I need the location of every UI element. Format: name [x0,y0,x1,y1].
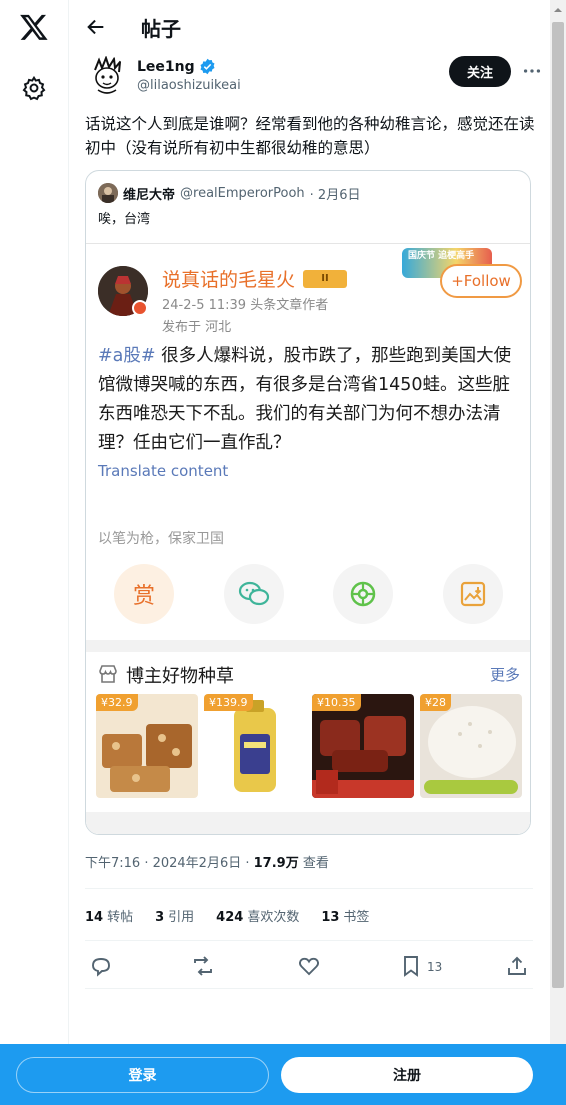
shop-more-link: 更多 [489,666,520,684]
save-image-icon [443,564,503,624]
stat-quotes-count: 3 [155,910,165,925]
quoted-text: 唉，台湾 [98,212,151,227]
product-card: ¥10.35 [312,694,414,798]
moments-icon [333,564,393,624]
product-card: ¥139.9 [204,694,306,798]
author-name[interactable]: Lee1ng [137,59,195,75]
view-label: 查看 [302,856,329,871]
wechat-icon [224,564,284,624]
avatar-cartoon-icon [87,56,127,96]
moments-glyph-icon [350,581,376,607]
like-heart-icon[interactable] [297,954,321,978]
weibo-bottom-bar [86,812,530,834]
product-list: ¥32.9 ¥139.9 ¥10.35 ¥28 [96,694,522,798]
login-prompt-bar: 登录 注册 [0,1044,566,1105]
quoted-post[interactable]: 维尼大帝 @realEmperorPooh · 2月6日 唉，台湾 国庆节 追梗… [85,170,531,835]
weibo-author: 说真话的毛星火 [162,269,296,291]
scrollbar-thumb[interactable] [552,22,564,988]
login-button[interactable]: 登录 [16,1057,269,1093]
weibo-meta-location: 发布于 河北 [162,320,232,335]
author-handle[interactable]: @lilaoshizuikeai [137,78,241,93]
view-count: 17.9万 [253,856,299,871]
product-card: ¥32.9 [96,694,198,798]
weibo-hashtag: #a股# [98,346,156,366]
quoted-name: 维尼大帝 [123,187,176,203]
save-image-glyph-icon [460,581,486,607]
action-bar: 13 [85,952,533,980]
quoted-handle: @realEmperorPooh [180,185,305,201]
weibo-body-text: 很多人爆料说，股市跌了，那些跑到美国大使馆微博哭喊的东西，有很多是台湾省1450… [98,346,512,453]
stat-reposts-count: 14 [85,910,104,925]
shop-icon [99,665,117,683]
weibo-slogan: 以笔为枪，保家卫国 [98,531,224,547]
quoted-date: · 2月6日 [309,187,361,203]
stat-bookmarks-count: 13 [321,910,340,925]
bookmark-icon[interactable] [399,954,423,978]
reward-icon: 赏 [114,564,174,624]
quoted-avatar [98,183,118,203]
scroll-up-arrow-icon[interactable] [553,5,563,15]
settings-gear-icon[interactable] [21,75,47,101]
share-icon[interactable] [505,954,529,978]
stat-reposts-label: 转帖 [107,910,134,925]
weibo-body: #a股# 很多人爆料说，股市跌了，那些跑到美国大使馆微博哭喊的东西，有很多是台湾… [98,342,520,458]
follow-button[interactable]: 关注 [449,56,511,87]
post-author: Lee1ng @lilaoshizuikeai 关注 [85,56,541,104]
shop-title: 博主好物种草 [126,666,234,687]
weibo-divider [86,640,530,652]
main-column: 帖子 Lee1ng @lilaoshizuikeai 关注 话说这个人到底是谁啊… [69,0,550,1105]
back-arrow-icon[interactable] [85,16,107,38]
weibo-meta: 24-2-5 11:39 头条文章作者 发布于 河北 [162,295,328,339]
weibo-translate-link: Translate content [98,462,229,480]
wechat-glyph-icon [238,581,270,606]
reply-icon[interactable] [89,954,113,978]
verified-badge-icon [200,58,215,75]
bookmark-count: 13 [427,960,443,974]
engagement-stats: 14 转帖 3 引用 424 喜欢次数 13 书签 [85,906,369,925]
reward-label: 赏 [132,584,155,609]
signup-button[interactable]: 注册 [281,1057,533,1093]
product-price: ¥139.9 [204,694,253,711]
divider [85,940,533,941]
stat-quotes[interactable]: 3 引用 [155,906,194,925]
stat-likes-count: 424 [216,910,244,925]
weibo-author-row: 说真话的毛星火 II [162,265,348,292]
product-card: ¥28 [420,694,522,798]
quoted-avatar-image-icon [98,183,118,203]
weibo-action-row: 赏 [86,562,530,626]
quoted-screenshot-image[interactable]: 国庆节 追梗高手 说真话的毛星火 II 24-2-5 11:39 头条文章作者 … [86,243,530,834]
promo-banner-text: 国庆节 追梗高手 [408,251,475,261]
post-text: 话说这个人到底是谁啊？经常看到他的各种幼稚言论，感觉还在读初中（没有说所有初中生… [85,115,535,157]
product-price: ¥10.35 [312,694,361,711]
weibo-follow-button: +Follow [440,264,522,298]
author-name-row[interactable]: Lee1ng [137,58,216,75]
stat-reposts[interactable]: 14 转帖 [85,906,133,925]
author-avatar[interactable] [87,56,127,96]
divider [85,888,533,889]
x-logo-icon[interactable] [19,12,49,42]
page-title: 帖子 [141,17,181,41]
weibo-meta-time: 24-2-5 11:39 头条文章作者 [162,298,329,313]
post-timestamp-row: 下午7:16 · 2024年2月6日 · 17.9万 查看 [85,852,329,871]
post-timestamp[interactable]: 下午7:16 · 2024年2月6日 · [85,856,249,871]
top-bar: 帖子 [69,0,550,56]
weibo-verified-badge [132,300,148,316]
divider [85,988,533,989]
repost-icon[interactable] [191,954,215,978]
stat-quotes-label: 引用 [168,910,195,925]
more-options-icon[interactable] [521,62,543,80]
stat-bookmarks[interactable]: 13 书签 [321,906,369,925]
product-price: ¥28 [420,694,451,711]
quoted-header: 维尼大帝 @realEmperorPooh · 2月6日 [98,183,360,203]
weibo-level-badge: II [303,269,348,288]
stat-likes-label: 喜欢次数 [247,910,300,925]
product-price: ¥32.9 [96,694,138,711]
stat-likes[interactable]: 424 喜欢次数 [216,906,299,925]
left-rail [0,0,69,1105]
stat-bookmarks-label: 书签 [343,910,370,925]
